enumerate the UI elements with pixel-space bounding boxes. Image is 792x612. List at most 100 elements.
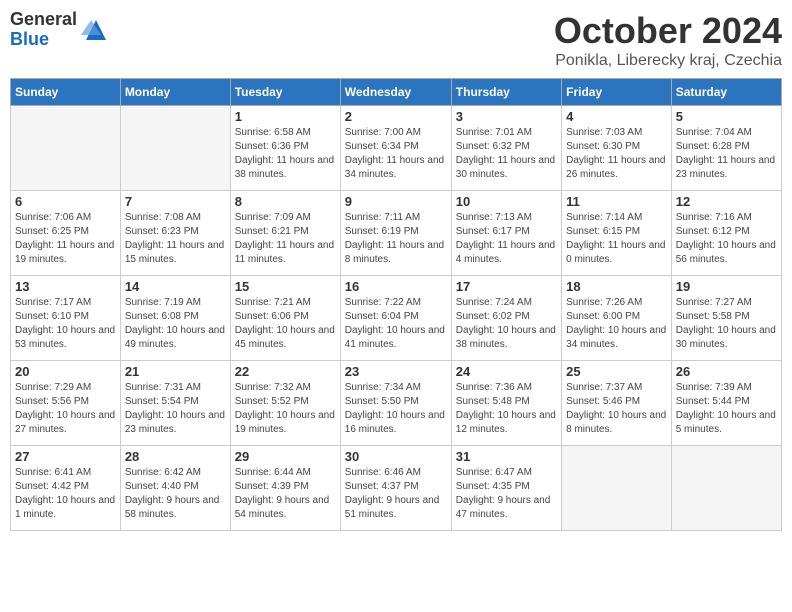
day-info: Sunrise: 7:14 AM Sunset: 6:15 PM Dayligh… (566, 211, 667, 267)
day-cell: 28 Sunrise: 6:42 AM Sunset: 4:40 PM Dayli… (120, 446, 230, 531)
logo-icon (81, 15, 111, 45)
logo-general: General (10, 10, 77, 30)
day-number: 4 (566, 109, 667, 124)
day-info: Sunrise: 7:22 AM Sunset: 6:04 PM Dayligh… (345, 296, 447, 352)
day-cell: 5 Sunrise: 7:04 AM Sunset: 6:28 PM Daylig… (671, 106, 781, 191)
day-number: 26 (676, 364, 777, 379)
day-info: Sunrise: 6:44 AM Sunset: 4:39 PM Dayligh… (235, 466, 336, 522)
day-cell: 9Sunrise: 7:11 AM Sunset: 6:19 PM Daylig… (340, 191, 451, 276)
day-info: Sunrise: 7:36 AM Sunset: 5:48 PM Dayligh… (456, 381, 557, 437)
day-cell: 24Sunrise: 7:36 AM Sunset: 5:48 PM Dayli… (451, 361, 561, 446)
week-row-3: 13 Sunrise: 7:17 AM Sunset: 6:10 PM Dayli… (11, 276, 782, 361)
day-number: 18 (566, 279, 667, 294)
day-number: 31 (456, 449, 557, 464)
day-cell: 11 Sunrise: 7:14 AM Sunset: 6:15 PM Dayli… (562, 191, 672, 276)
logo-text: General Blue (10, 10, 77, 50)
day-number: 23 (345, 364, 447, 379)
header-cell-thursday: Thursday (451, 79, 561, 106)
day-info: Sunrise: 7:39 AM Sunset: 5:44 PM Dayligh… (676, 381, 777, 437)
page-header: General Blue October 2024 Ponikla, Liber… (10, 10, 782, 70)
day-cell: 31Sunrise: 6:47 AM Sunset: 4:35 PM Dayli… (451, 446, 561, 531)
week-row-2: 6Sunrise: 7:06 AM Sunset: 6:25 PM Daylig… (11, 191, 782, 276)
day-info: Sunrise: 6:41 AM Sunset: 4:42 PM Dayligh… (15, 466, 116, 522)
day-number: 13 (15, 279, 116, 294)
day-info: Sunrise: 7:26 AM Sunset: 6:00 PM Dayligh… (566, 296, 667, 352)
day-number: 19 (676, 279, 777, 294)
day-info: Sunrise: 7:06 AM Sunset: 6:25 PM Dayligh… (15, 211, 116, 267)
day-info: Sunrise: 6:46 AM Sunset: 4:37 PM Dayligh… (345, 466, 447, 522)
header-cell-wednesday: Wednesday (340, 79, 451, 106)
week-row-1: 1Sunrise: 6:58 AM Sunset: 6:36 PM Daylig… (11, 106, 782, 191)
logo-blue: Blue (10, 30, 77, 50)
day-info: Sunrise: 7:32 AM Sunset: 5:52 PM Dayligh… (235, 381, 336, 437)
day-cell (562, 446, 672, 531)
day-cell: 16Sunrise: 7:22 AM Sunset: 6:04 PM Dayli… (340, 276, 451, 361)
day-info: Sunrise: 7:37 AM Sunset: 5:46 PM Dayligh… (566, 381, 667, 437)
day-number: 11 (566, 194, 667, 209)
day-info: Sunrise: 7:17 AM Sunset: 6:10 PM Dayligh… (15, 296, 116, 352)
day-info: Sunrise: 7:01 AM Sunset: 6:32 PM Dayligh… (456, 126, 557, 182)
day-info: Sunrise: 7:00 AM Sunset: 6:34 PM Dayligh… (345, 126, 447, 182)
day-cell: 18 Sunrise: 7:26 AM Sunset: 6:00 PM Dayli… (562, 276, 672, 361)
day-cell: 6Sunrise: 7:06 AM Sunset: 6:25 PM Daylig… (11, 191, 121, 276)
day-number: 10 (456, 194, 557, 209)
day-info: Sunrise: 7:16 AM Sunset: 6:12 PM Dayligh… (676, 211, 777, 267)
day-number: 15 (235, 279, 336, 294)
day-cell: 12 Sunrise: 7:16 AM Sunset: 6:12 PM Dayli… (671, 191, 781, 276)
day-number: 17 (456, 279, 557, 294)
day-cell: 8 Sunrise: 7:09 AM Sunset: 6:21 PM Daylig… (230, 191, 340, 276)
day-number: 5 (676, 109, 777, 124)
logo: General Blue (10, 10, 111, 50)
day-number: 22 (235, 364, 336, 379)
header-cell-sunday: Sunday (11, 79, 121, 106)
day-cell (120, 106, 230, 191)
header-cell-saturday: Saturday (671, 79, 781, 106)
day-number: 20 (15, 364, 116, 379)
day-cell: 29Sunrise: 6:44 AM Sunset: 4:39 PM Dayli… (230, 446, 340, 531)
day-cell: 14Sunrise: 7:19 AM Sunset: 6:08 PM Dayli… (120, 276, 230, 361)
header-cell-monday: Monday (120, 79, 230, 106)
location: Ponikla, Liberecky kraj, Czechia (554, 52, 782, 70)
day-info: Sunrise: 7:34 AM Sunset: 5:50 PM Dayligh… (345, 381, 447, 437)
day-number: 8 (235, 194, 336, 209)
day-number: 28 (125, 449, 226, 464)
day-cell: 17 Sunrise: 7:24 AM Sunset: 6:02 PM Dayli… (451, 276, 561, 361)
day-cell: 3 Sunrise: 7:01 AM Sunset: 6:32 PM Daylig… (451, 106, 561, 191)
day-number: 21 (125, 364, 226, 379)
day-info: Sunrise: 7:13 AM Sunset: 6:17 PM Dayligh… (456, 211, 557, 267)
day-cell: 19 Sunrise: 7:27 AM Sunset: 5:58 PM Dayli… (671, 276, 781, 361)
day-cell: 10 Sunrise: 7:13 AM Sunset: 6:17 PM Dayli… (451, 191, 561, 276)
day-number: 14 (125, 279, 226, 294)
day-info: Sunrise: 7:08 AM Sunset: 6:23 PM Dayligh… (125, 211, 226, 267)
day-info: Sunrise: 6:42 AM Sunset: 4:40 PM Dayligh… (125, 466, 226, 522)
day-cell: 27 Sunrise: 6:41 AM Sunset: 4:42 PM Dayli… (11, 446, 121, 531)
day-number: 12 (676, 194, 777, 209)
day-cell: 30 Sunrise: 6:46 AM Sunset: 4:37 PM Dayli… (340, 446, 451, 531)
header-cell-tuesday: Tuesday (230, 79, 340, 106)
day-number: 30 (345, 449, 447, 464)
week-row-4: 20Sunrise: 7:29 AM Sunset: 5:56 PM Dayli… (11, 361, 782, 446)
day-info: Sunrise: 6:58 AM Sunset: 6:36 PM Dayligh… (235, 126, 336, 182)
day-number: 2 (345, 109, 447, 124)
day-info: Sunrise: 7:03 AM Sunset: 6:30 PM Dayligh… (566, 126, 667, 182)
day-cell: 13 Sunrise: 7:17 AM Sunset: 6:10 PM Dayli… (11, 276, 121, 361)
day-info: Sunrise: 7:24 AM Sunset: 6:02 PM Dayligh… (456, 296, 557, 352)
day-number: 27 (15, 449, 116, 464)
day-info: Sunrise: 7:09 AM Sunset: 6:21 PM Dayligh… (235, 211, 336, 267)
day-cell (671, 446, 781, 531)
week-row-5: 27 Sunrise: 6:41 AM Sunset: 4:42 PM Dayli… (11, 446, 782, 531)
header-cell-friday: Friday (562, 79, 672, 106)
day-cell: 7Sunrise: 7:08 AM Sunset: 6:23 PM Daylig… (120, 191, 230, 276)
day-info: Sunrise: 7:04 AM Sunset: 6:28 PM Dayligh… (676, 126, 777, 182)
day-number: 3 (456, 109, 557, 124)
day-info: Sunrise: 7:27 AM Sunset: 5:58 PM Dayligh… (676, 296, 777, 352)
day-cell: 25Sunrise: 7:37 AM Sunset: 5:46 PM Dayli… (562, 361, 672, 446)
day-info: Sunrise: 7:11 AM Sunset: 6:19 PM Dayligh… (345, 211, 447, 267)
day-info: Sunrise: 7:31 AM Sunset: 5:54 PM Dayligh… (125, 381, 226, 437)
header-row: SundayMondayTuesdayWednesdayThursdayFrid… (11, 79, 782, 106)
day-cell: 1Sunrise: 6:58 AM Sunset: 6:36 PM Daylig… (230, 106, 340, 191)
day-cell: 26 Sunrise: 7:39 AM Sunset: 5:44 PM Dayli… (671, 361, 781, 446)
day-cell: 23 Sunrise: 7:34 AM Sunset: 5:50 PM Dayli… (340, 361, 451, 446)
day-info: Sunrise: 7:21 AM Sunset: 6:06 PM Dayligh… (235, 296, 336, 352)
title-block: October 2024 Ponikla, Liberecky kraj, Cz… (554, 10, 782, 70)
